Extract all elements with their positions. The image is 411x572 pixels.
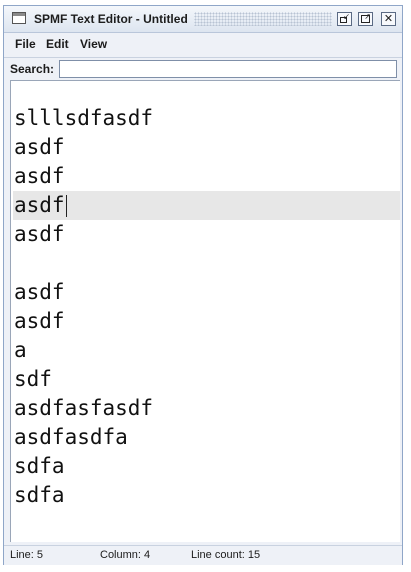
arrow-icon: ↗	[364, 12, 371, 21]
text-line[interactable]: sdfa	[13, 452, 400, 481]
search-input[interactable]	[59, 60, 397, 78]
window-title: SPMF Text Editor - Untitled	[34, 12, 188, 26]
close-icon: ✕	[383, 12, 394, 25]
title-bar[interactable]: SPMF Text Editor - Untitled ↙ ↗ ✕	[4, 6, 402, 33]
search-label: Search:	[10, 62, 55, 76]
status-line-count: Line count: 15	[191, 549, 261, 561]
menu-file[interactable]: File	[15, 37, 36, 51]
status-line: Line: 5	[10, 549, 44, 561]
line-text: sdfa	[14, 483, 65, 507]
text-line[interactable]: asdfasdfa	[13, 423, 400, 452]
text-line[interactable]: asdf	[13, 133, 400, 162]
text-line[interactable]: sdfa	[13, 481, 400, 510]
text-caret	[65, 195, 67, 217]
status-bar: Line: 5 Column: 4 Line count: 15	[4, 545, 402, 565]
menu-edit[interactable]: Edit	[46, 37, 69, 51]
line-text: asdf	[14, 309, 65, 333]
line-text: slllsdfasdf	[14, 106, 154, 130]
menu-bar: File Edit View	[4, 33, 402, 57]
text-line[interactable]: asdf	[13, 278, 400, 307]
text-line[interactable]: asdf	[13, 220, 400, 249]
text-line[interactable]: asdfasfasdf	[13, 394, 400, 423]
line-text: asdf	[14, 193, 65, 217]
line-text: a	[14, 338, 27, 362]
title-bar-texture	[194, 12, 332, 26]
text-line[interactable]: asdf	[13, 162, 400, 191]
line-text: asdfasfasdf	[14, 396, 154, 420]
menu-view[interactable]: View	[80, 37, 107, 51]
close-button[interactable]: ✕	[381, 12, 396, 26]
editor-window: SPMF Text Editor - Untitled ↙ ↗ ✕ File E…	[3, 5, 403, 565]
text-line[interactable]: sdf	[13, 365, 400, 394]
maximize-button[interactable]: ↗	[358, 12, 373, 26]
minimize-button[interactable]: ↙	[337, 12, 352, 26]
text-line[interactable]: a	[13, 336, 400, 365]
text-area[interactable]: slllsdfasdf asdf asdf asdf asdf asdf asdf a sdf a…	[10, 80, 400, 542]
line-text: asdfasdfa	[14, 425, 128, 449]
text-line[interactable]: slllsdfasdf	[13, 104, 400, 133]
status-column: Column: 4	[100, 549, 151, 561]
line-text: asdf	[14, 135, 65, 159]
search-bar: Search:	[4, 57, 402, 80]
line-text: asdf	[14, 164, 65, 188]
current-line[interactable]: asdf	[13, 191, 400, 220]
line-text: sdfa	[14, 454, 65, 478]
arrow-icon: ↙	[343, 12, 350, 21]
text-lines: slllsdfasdf asdf asdf asdf asdf asdf asdf a sdf a…	[13, 104, 400, 510]
text-line[interactable]: asdf	[13, 307, 400, 336]
text-line[interactable]	[13, 249, 400, 278]
line-text: asdf	[14, 280, 65, 304]
line-text: asdf	[14, 222, 65, 246]
window-icon	[12, 12, 26, 24]
line-text: sdf	[14, 367, 52, 391]
